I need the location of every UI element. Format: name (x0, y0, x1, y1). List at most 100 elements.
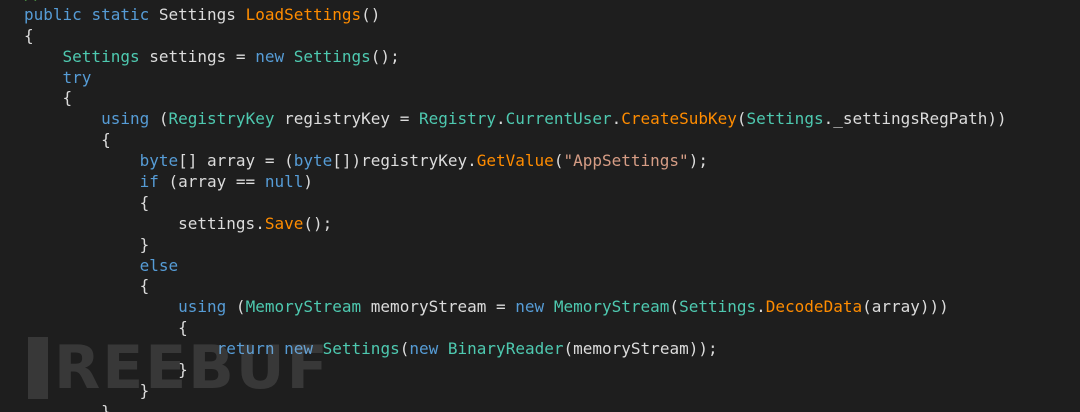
code-token: else (139, 255, 179, 275)
code-line[interactable]: settings.Save(); (24, 214, 1007, 235)
code-token: using (178, 297, 227, 317)
code-token: new (409, 339, 439, 359)
code-token: registryKey = (274, 109, 419, 129)
code-token: ( (399, 339, 410, 359)
code-token: GetValue (476, 151, 554, 171)
code-token: { (24, 88, 73, 108)
code-line[interactable]: return new Settings(new BinaryReader(mem… (24, 339, 1007, 360)
code-token: Save (264, 213, 304, 233)
code-line[interactable]: else (24, 256, 1007, 277)
code-token: new (284, 339, 313, 359)
code-token: { (24, 130, 111, 150)
code-token: ) (303, 172, 313, 192)
code-token: ( (149, 109, 169, 129)
code-token: [])registryKey. (332, 151, 477, 171)
code-token: RegistryKey (168, 109, 275, 129)
code-token: { (24, 25, 34, 45)
code-token: (); (370, 46, 400, 66)
code-line[interactable]: } (24, 402, 1007, 412)
code-token: MemoryStream (553, 297, 670, 317)
code-token: Settings (62, 46, 140, 66)
code-token: try (62, 67, 92, 87)
code-line[interactable]: Settings settings = new Settings(); (24, 47, 1007, 68)
code-token: [] array = ( (178, 151, 294, 171)
code-token: { (24, 276, 150, 296)
code-token: (); (303, 213, 333, 233)
code-token: return (216, 339, 275, 359)
code-token: settings = (139, 46, 256, 66)
code-token: BinaryReader (447, 339, 564, 359)
code-token: ( (736, 109, 747, 129)
code-token: new (255, 46, 285, 66)
code-token: (memoryStream)); (563, 339, 718, 359)
code-token: memoryStream = (361, 297, 516, 317)
code-line[interactable]: { (24, 130, 1007, 151)
code-line[interactable]: using (RegistryKey registryKey = Registr… (24, 109, 1007, 130)
code-token: byte (139, 151, 179, 171)
code-view[interactable]: //public static Settings LoadSettings(){… (24, 0, 1007, 412)
code-line[interactable]: using (MemoryStream memoryStream = new M… (24, 297, 1007, 318)
code-line[interactable]: byte[] array = (byte[])registryKey.GetVa… (24, 151, 1007, 172)
code-token: () (361, 4, 381, 24)
code-token: byte (293, 151, 333, 171)
code-token: Settings (746, 109, 824, 129)
code-token: new (515, 297, 545, 317)
code-token: (array == (158, 172, 265, 192)
code-line[interactable]: { (24, 318, 1007, 339)
code-line[interactable]: try (24, 68, 1007, 89)
code-token: . (756, 297, 766, 317)
code-token: ( (669, 297, 680, 317)
code-token: "AppSettings" (563, 151, 689, 171)
code-token: ( (226, 297, 246, 317)
code-line[interactable]: } (24, 235, 1007, 256)
code-token: MemoryStream (245, 297, 362, 317)
code-token: . (611, 109, 622, 129)
code-line[interactable]: if (array == null) (24, 172, 1007, 193)
code-token: { (24, 318, 188, 338)
code-line[interactable]: } (24, 381, 1007, 402)
code-token: LoadSettings (245, 4, 362, 24)
code-token: } (24, 380, 150, 400)
code-token: Settings (293, 46, 371, 66)
code-token: DecodeData (765, 297, 863, 317)
code-token: Registry (418, 109, 497, 129)
code-token: ._settingsRegPath)) (823, 109, 1007, 129)
code-token: CreateSubKey (621, 109, 737, 129)
code-token: settings. (24, 213, 265, 233)
code-token: } (24, 401, 111, 412)
code-line[interactable]: { (24, 26, 1007, 47)
code-line[interactable]: } (24, 360, 1007, 381)
code-token: . (496, 109, 506, 129)
code-line[interactable]: { (24, 88, 1007, 109)
code-line[interactable]: { (24, 193, 1007, 214)
code-token: if (139, 172, 159, 192)
code-editor[interactable]: //public static Settings LoadSettings(){… (0, 0, 1080, 412)
code-token: null (264, 172, 304, 192)
code-line[interactable]: public static Settings LoadSettings() (24, 5, 1007, 26)
code-token: } (24, 234, 150, 254)
code-token: Settings (322, 339, 400, 359)
code-token: (array))) (862, 297, 949, 317)
code-token: // (24, 0, 43, 3)
code-token: CurrentUser (505, 109, 612, 129)
code-token: ( (553, 151, 564, 171)
code-line[interactable]: { (24, 276, 1007, 297)
code-token: Settings (149, 4, 246, 24)
code-token: Settings (679, 297, 757, 317)
code-token: } (24, 360, 188, 380)
code-token: public (24, 4, 82, 24)
